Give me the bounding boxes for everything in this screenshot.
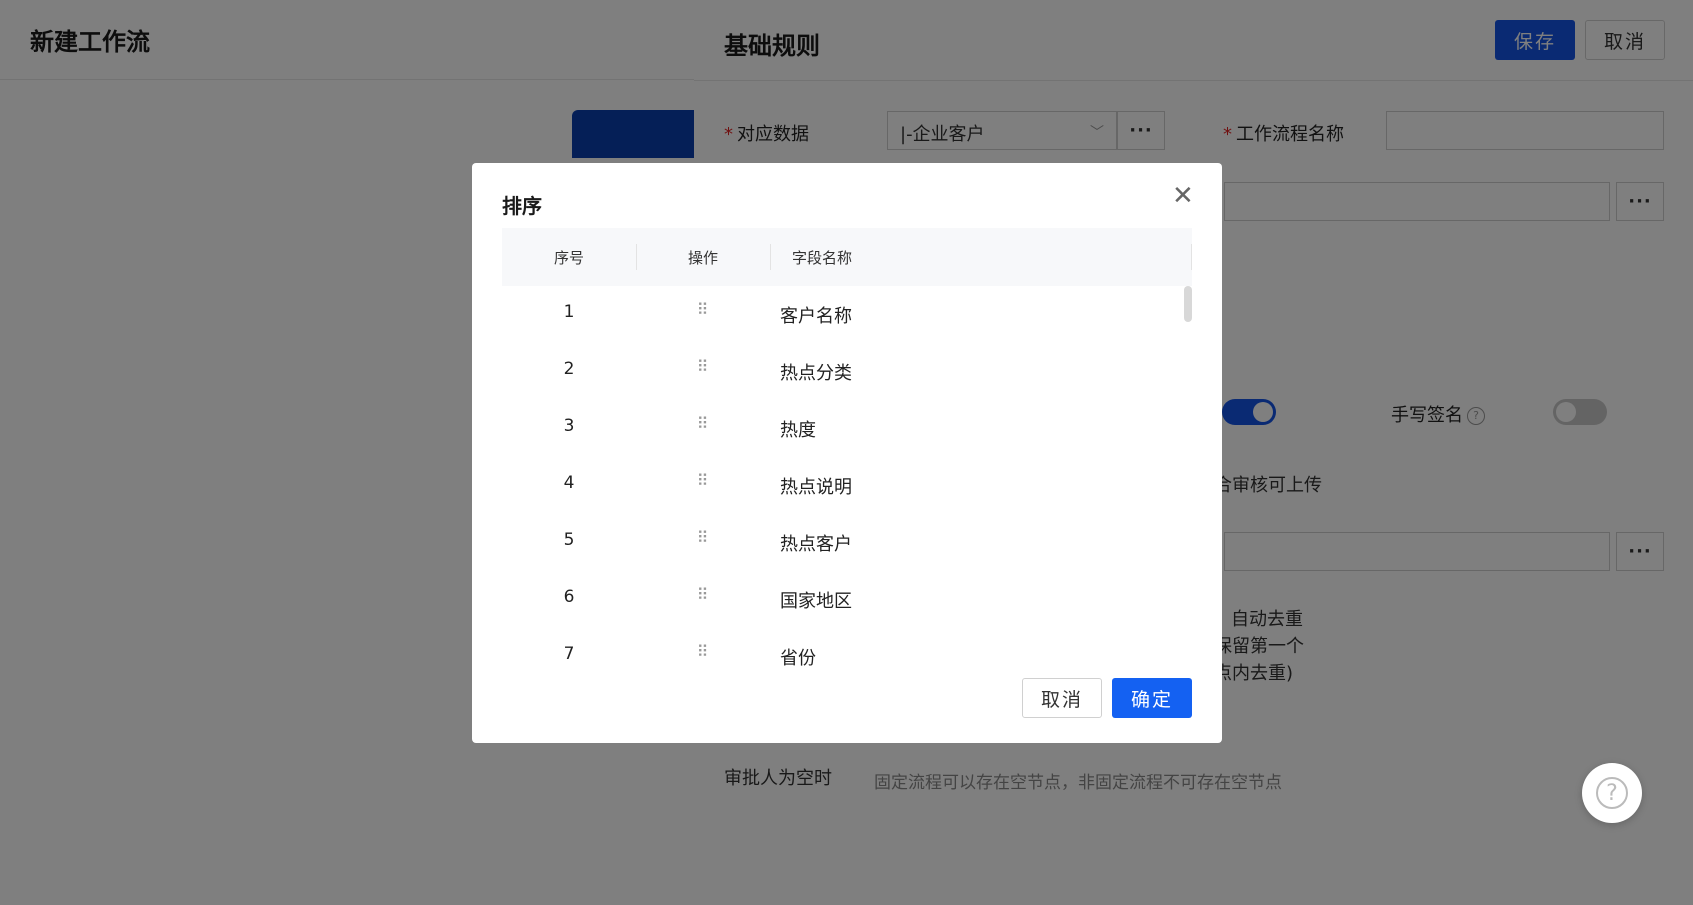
- row-field-name: 国家地区: [780, 591, 852, 612]
- table-row[interactable]: 6 ⠿ 国家地区: [502, 571, 1192, 628]
- row-field-name: 热点说明: [780, 477, 852, 498]
- table-row[interactable]: 3 ⠿ 热度: [502, 400, 1192, 457]
- table-row[interactable]: 4 ⠿ 热点说明: [502, 457, 1192, 514]
- modal-confirm-button[interactable]: 确定: [1112, 678, 1192, 718]
- drag-handle-icon[interactable]: ⠿: [636, 300, 770, 319]
- row-field-name: 客户名称: [780, 306, 852, 327]
- sort-modal: 排序 ✕ 序号 操作 字段名称 1 ⠿ 客户名称 2 ⠿ 热点分类 3 ⠿ 热度…: [472, 163, 1222, 743]
- row-index: 7: [563, 644, 575, 664]
- help-button[interactable]: ?: [1582, 763, 1642, 823]
- row-index: 6: [563, 587, 575, 607]
- drag-handle-icon[interactable]: ⠿: [636, 471, 770, 490]
- modal-title: 排序: [502, 194, 542, 218]
- close-icon[interactable]: ✕: [1172, 183, 1194, 209]
- column-header-index: 序号: [553, 248, 584, 267]
- table-row[interactable]: 7 ⠿ 省份: [502, 628, 1192, 666]
- drag-handle-icon[interactable]: ⠿: [636, 528, 770, 547]
- modal-cancel-button[interactable]: 取消: [1022, 678, 1102, 718]
- row-field-name: 热度: [780, 420, 816, 441]
- row-index: 5: [563, 530, 575, 550]
- sort-list: 1 ⠿ 客户名称 2 ⠿ 热点分类 3 ⠿ 热度 4 ⠿ 热点说明 5 ⠿ 热点…: [502, 286, 1192, 666]
- help-circle-icon: ?: [1596, 777, 1628, 809]
- drag-handle-icon[interactable]: ⠿: [636, 414, 770, 433]
- table-row[interactable]: 5 ⠿ 热点客户: [502, 514, 1192, 571]
- row-field-name: 省份: [780, 648, 816, 666]
- row-index: 3: [563, 416, 575, 436]
- row-index: 2: [563, 359, 575, 379]
- row-field-name: 热点分类: [780, 363, 852, 384]
- drag-handle-icon[interactable]: ⠿: [636, 357, 770, 376]
- drag-handle-icon[interactable]: ⠿: [636, 642, 770, 661]
- list-scrollbar[interactable]: [1184, 286, 1192, 322]
- drag-handle-icon[interactable]: ⠿: [636, 585, 770, 604]
- table-row[interactable]: 1 ⠿ 客户名称: [502, 286, 1192, 343]
- row-index: 4: [563, 473, 575, 493]
- row-field-name: 热点客户: [780, 534, 852, 555]
- column-header-action: 操作: [687, 248, 718, 267]
- column-divider: [1191, 244, 1192, 270]
- table-row[interactable]: 2 ⠿ 热点分类: [502, 343, 1192, 400]
- table-header: 序号 操作 字段名称: [502, 228, 1192, 286]
- column-header-field-name: 字段名称: [792, 248, 853, 267]
- row-index: 1: [563, 302, 575, 322]
